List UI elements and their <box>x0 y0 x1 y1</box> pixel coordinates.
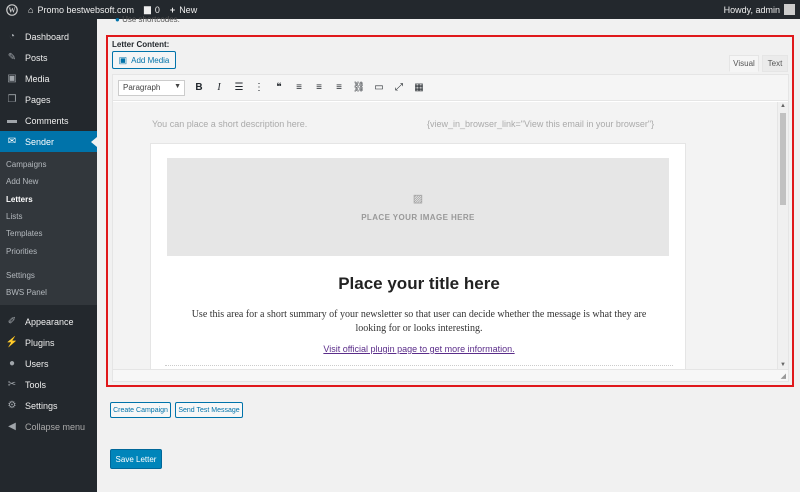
sidebar-item-label: Appearance <box>25 316 74 327</box>
wrench-icon: ✂ <box>7 379 17 391</box>
caret-down-icon: ▼ <box>174 82 181 90</box>
dashboard-icon: ◔ <box>8 31 16 42</box>
site-name: Promo bestwebsoft.com <box>37 4 134 15</box>
bullet-list-button[interactable]: ☰ <box>229 79 249 97</box>
media-icon: ▣ <box>7 73 17 84</box>
editor-statusbar: ◢ <box>113 369 788 381</box>
sidebar-item-label: Dashboard <box>25 31 70 42</box>
editor-toolbar: Paragraph ▼ B I ☰ ⋮ ❝ ≡ ≡ ≡ ⛓ ▭ ⤢ ▦ <box>113 75 788 101</box>
sidebar-item-settings[interactable]: ⚙ Settings <box>0 395 97 416</box>
new-label: New <box>179 4 198 15</box>
svg-text:W: W <box>8 6 15 14</box>
pages-icon: ❐ <box>7 94 17 105</box>
howdy-text: Howdy, admin <box>723 4 780 15</box>
submenu-item-bws-panel[interactable]: BWS Panel <box>0 284 97 301</box>
comment-icon: ▬ <box>7 115 17 126</box>
view-in-browser-shortcode: {view_in_browser_link="View this email i… <box>427 119 655 129</box>
image-icon: ▨ <box>412 193 424 205</box>
sidebar-item-label: Tools <box>25 379 47 390</box>
add-media-button[interactable]: ▣ Add Media <box>112 51 176 69</box>
letter-content-label: Letter Content: <box>112 40 170 49</box>
sender-submenu: Campaigns Add New Letters Lists Templates Pri… <box>0 152 97 306</box>
shortcodes-hint: ● Use shortcodes. <box>115 15 180 24</box>
sidebar-item-plugins[interactable]: ⚡ Plugins <box>0 332 97 353</box>
submenu-item-add-new[interactable]: Add New <box>0 173 97 190</box>
sidebar-item-label: Plugins <box>25 337 55 348</box>
sidebar-item-collapse-menu[interactable]: ◀ Collapse menu <box>0 416 97 437</box>
tab-visual[interactable]: Visual <box>729 55 759 72</box>
link-button[interactable]: ⛓ <box>349 79 369 97</box>
italic-button[interactable]: I <box>209 79 229 97</box>
sidebar-item-label: Posts <box>25 52 48 63</box>
editor-content-area[interactable]: You can place a short description here. … <box>113 102 777 369</box>
sidebar-item-dashboard[interactable]: ◔ Dashboard <box>0 26 97 47</box>
sidebar-item-label: Collapse menu <box>25 421 86 432</box>
sidebar-item-comments[interactable]: ▬ Comments <box>0 110 97 131</box>
comments-count: 0 <box>154 4 160 15</box>
settings-icon: ⚙ <box>7 400 17 412</box>
sidebar-item-posts[interactable]: ✎ Posts <box>0 47 97 68</box>
send-test-message-button[interactable]: Send Test Message <box>175 402 243 418</box>
sidebar-item-appearance[interactable]: ✐ Appearance <box>0 311 97 332</box>
wordpress-logo-icon[interactable]: W <box>0 0 23 19</box>
align-right-button[interactable]: ≡ <box>329 79 349 97</box>
letter-template-card: ▨ PLACE YOUR IMAGE HERE Place your title… <box>150 143 686 369</box>
plus-icon: + <box>169 4 176 15</box>
create-campaign-button[interactable]: Create Campaign <box>110 402 171 418</box>
align-center-button[interactable]: ≡ <box>309 79 329 97</box>
toolbar-toggle-button[interactable]: ▦ <box>409 79 429 97</box>
submenu-item-letters[interactable]: Letters <box>0 191 97 208</box>
submenu-item-campaigns[interactable]: Campaigns <box>0 156 97 173</box>
scroll-down-icon[interactable]: ▼ <box>778 362 788 368</box>
title-placeholder: Place your title here <box>338 274 500 293</box>
blockquote-button[interactable]: ❝ <box>269 79 289 97</box>
plugin-icon: ⚡ <box>5 337 19 349</box>
home-icon: ⌂ <box>28 4 34 15</box>
description-placeholder: You can place a short description here. <box>152 119 308 129</box>
plugin-page-link[interactable]: Visit official plugin page to get more i… <box>151 344 687 354</box>
format-select[interactable]: Paragraph ▼ <box>118 79 185 96</box>
sidebar-item-label: Sender <box>25 136 55 147</box>
editor-scrollbar[interactable]: ▲ ▼ <box>777 102 788 369</box>
admin-sidebar: ◔ Dashboard ✎ Posts ▣ Media ❐ Pages ▬ Comments ✉ Se… <box>0 19 97 492</box>
resize-handle-icon[interactable]: ◢ <box>781 372 786 380</box>
scroll-up-icon[interactable]: ▲ <box>778 103 788 109</box>
sidebar-item-tools[interactable]: ✂ Tools <box>0 374 97 395</box>
numbered-list-button[interactable]: ⋮ <box>249 79 269 97</box>
submenu-item-lists[interactable]: Lists <box>0 208 97 225</box>
media-icon: ▣ <box>118 54 128 65</box>
user-icon: ● <box>8 358 16 370</box>
save-letter-button[interactable]: Save Letter <box>110 449 162 469</box>
avatar <box>784 4 795 15</box>
collapse-icon: ◀ <box>8 421 16 433</box>
pin-icon: ✎ <box>7 52 17 63</box>
brush-icon: ✐ <box>7 316 17 328</box>
bold-button[interactable]: B <box>189 79 209 97</box>
read-more-button[interactable]: ▭ <box>369 79 389 97</box>
fullscreen-button[interactable]: ⤢ <box>389 79 409 97</box>
sender-icon: ✉ <box>7 136 17 147</box>
sidebar-item-label: Pages <box>25 94 51 105</box>
summary-text: Use this area for a short summary of you… <box>191 309 647 334</box>
sidebar-item-label: Settings <box>25 400 58 411</box>
submenu-item-templates[interactable]: Templates <box>0 225 97 242</box>
align-left-button[interactable]: ≡ <box>289 79 309 97</box>
submenu-item-settings[interactable]: Settings <box>0 267 97 284</box>
sidebar-item-label: Users <box>25 358 49 369</box>
sidebar-item-label: Comments <box>25 115 69 126</box>
image-placeholder[interactable]: ▨ PLACE YOUR IMAGE HERE <box>167 158 669 256</box>
sidebar-item-label: Media <box>25 73 50 84</box>
letter-editor: Paragraph ▼ B I ☰ ⋮ ❝ ≡ ≡ ≡ ⛓ ▭ ⤢ ▦ You can place a… <box>112 74 789 382</box>
sidebar-item-pages[interactable]: ❐ Pages <box>0 89 97 110</box>
scrollbar-thumb[interactable] <box>780 113 786 205</box>
divider <box>165 365 673 366</box>
account-menu[interactable]: Howdy, admin <box>719 0 800 19</box>
tab-text[interactable]: Text <box>762 55 788 72</box>
sidebar-item-sender[interactable]: ✉ Sender <box>0 131 97 152</box>
info-icon: ● <box>115 15 120 24</box>
submenu-item-priorities[interactable]: Priorities <box>0 242 97 259</box>
sidebar-item-users[interactable]: ● Users <box>0 353 97 374</box>
sidebar-item-media[interactable]: ▣ Media <box>0 68 97 89</box>
comment-bubble-icon: ▆ <box>143 4 151 14</box>
